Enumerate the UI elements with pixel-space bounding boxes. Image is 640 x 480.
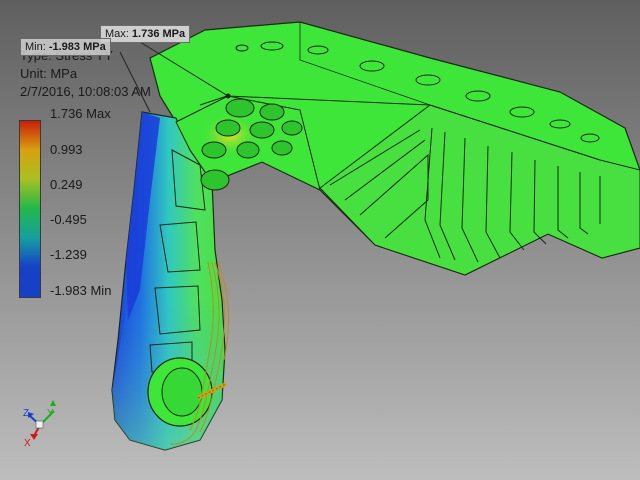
legend-swatch-1 (20, 121, 40, 150)
legend-label-5: -1.239 (50, 247, 87, 262)
legend-label-max: 1.736 Max (50, 106, 111, 121)
legend-swatch-4 (20, 209, 40, 238)
axis-y-label: Y (47, 408, 54, 419)
model-viewport[interactable]: Y Z X (0, 0, 640, 480)
max-flag-value: 1.736 MPa (131, 28, 186, 40)
axis-x-label: X (24, 438, 31, 449)
axis-triad[interactable]: Y Z X (23, 400, 56, 449)
legend-label-min: -1.983 Min (50, 283, 112, 298)
max-flag[interactable]: Max: 1.736 MPa (100, 25, 191, 43)
min-flag[interactable]: Min: -1.983 MPa (20, 38, 111, 56)
legend-swatch-2 (20, 150, 40, 179)
result-date-line: 2/7/2016, 10:08:03 AM (20, 84, 151, 99)
legend-swatch-3 (20, 179, 40, 209)
legend-label-4: -0.495 (50, 212, 87, 227)
min-leader (119, 51, 151, 113)
legend-color-bar (19, 120, 41, 298)
legend-label-3: 0.249 (50, 177, 83, 192)
legend-swatch-5 (20, 238, 40, 267)
axis-z-label: Z (23, 408, 29, 419)
legend-swatch-6 (20, 267, 40, 297)
result-unit-line: Unit: MPa (20, 66, 78, 81)
legend-label-2: 0.993 (50, 142, 83, 157)
min-flag-value: -1.983 MPa (48, 41, 106, 53)
min-flag-prefix: Min: (25, 41, 49, 53)
